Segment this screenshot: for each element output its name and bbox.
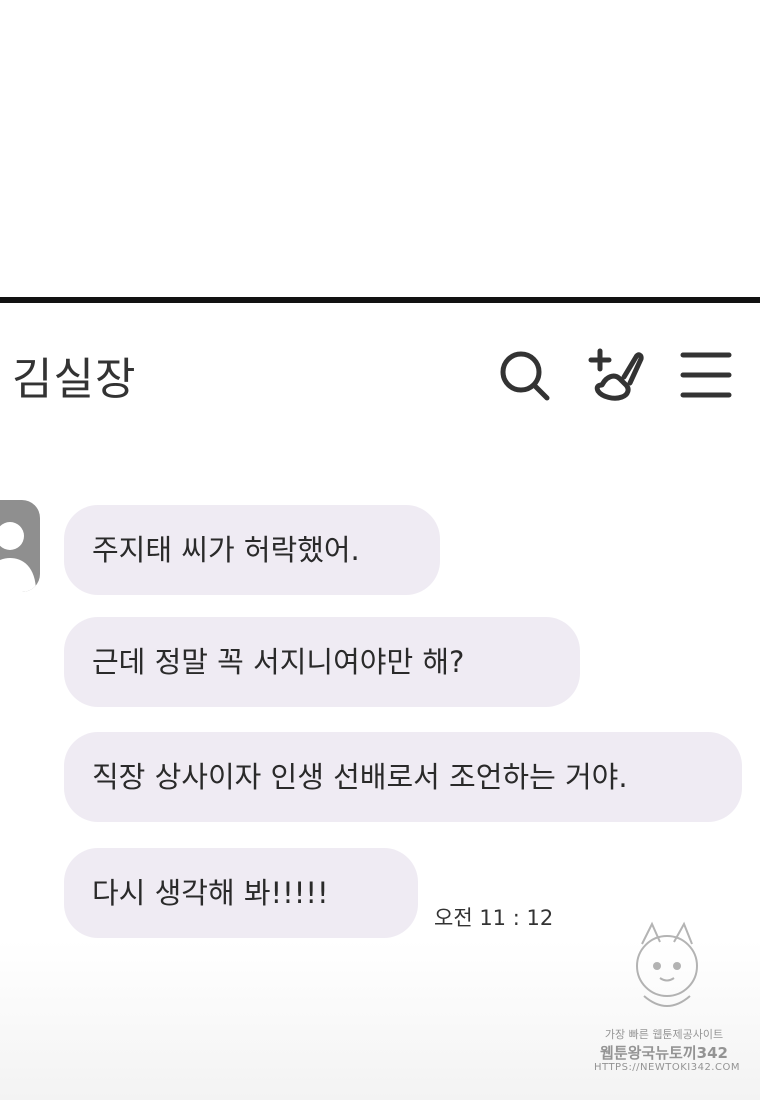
message-bubble: 주지태 씨가 허락했어. (64, 505, 440, 595)
avatar[interactable] (0, 500, 40, 592)
watermark: 가장 빠른 웹툰제공사이트 웹툰왕국뉴토끼342 HTTPS://NEWTOKI… (594, 918, 740, 1088)
message-timestamp: 오전 11 : 12 (434, 906, 554, 930)
chat-title: 김실장 (12, 354, 137, 405)
add-call-button[interactable] (588, 347, 644, 403)
menu-button[interactable] (678, 347, 734, 403)
comic-panel: 김실장 주지태 씨가 허락했어. 근데 정말 꼭 서지니여야만 해? 직장 상사… (0, 0, 760, 1100)
menu-icon (680, 352, 732, 398)
user-silhouette-icon (0, 522, 36, 592)
message-bubble: 직장 상사이자 인생 선배로서 조언하는 거야. (64, 732, 742, 822)
watermark-text: 웹툰왕국뉴토끼342 (600, 1044, 728, 1062)
watermark-text: 가장 빠른 웹툰제공사이트 (604, 1028, 724, 1041)
message-bubble: 근데 정말 꼭 서지니여야만 해? (64, 617, 580, 707)
blank-space (0, 0, 760, 297)
search-button[interactable] (496, 347, 552, 403)
mascot-figure-icon (636, 921, 698, 1007)
message-bubble: 다시 생각해 봐!!!!! (64, 848, 418, 938)
watermark-url: HTTPS://NEWTOKI342.COM (594, 1062, 740, 1073)
chat-header: 김실장 (0, 303, 760, 443)
search-icon (500, 351, 550, 401)
add-call-icon (588, 348, 644, 401)
bottom-fade (0, 940, 760, 1100)
